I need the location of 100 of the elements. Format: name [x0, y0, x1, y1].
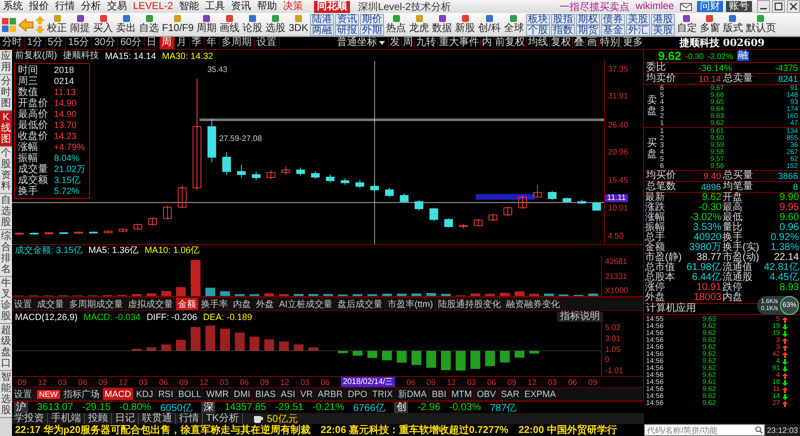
menu-item[interactable]: 报价	[26, 0, 52, 13]
menu-item[interactable]: 分析	[78, 0, 104, 13]
chart-tool-button[interactable]: 叠	[572, 37, 585, 49]
news-headline[interactable]: 22:06 嘉元科技：重车软增收超过0.7277%	[320, 424, 508, 436]
period-tab[interactable]: 设置	[254, 37, 280, 49]
toolbar-button[interactable]: 债券	[600, 14, 625, 24]
period-tab[interactable]: 5分	[46, 37, 66, 49]
period-tab[interactable]: 周	[160, 37, 174, 49]
indicator-tab[interactable]: 新DMA	[396, 388, 430, 400]
mail-icon[interactable]	[680, 2, 692, 10]
period-tab[interactable]: 年	[204, 37, 220, 49]
toolbar-button[interactable]: 卖出	[115, 15, 137, 34]
chart-tool-button[interactable]: 九转	[414, 37, 437, 49]
indicator-tab[interactable]: MACD	[102, 388, 134, 400]
chart-tool-button[interactable]: 前复权	[493, 37, 526, 49]
menu-item[interactable]: 资讯	[228, 0, 254, 13]
volume-tab[interactable]: 盘后成交量	[336, 298, 386, 310]
toolbar-button[interactable]: 港股	[650, 14, 675, 24]
toolbar-button[interactable]: 热点	[385, 15, 408, 34]
toolbar-button[interactable]: 论股	[242, 15, 264, 34]
side-tab[interactable]: 应用	[0, 50, 12, 75]
toolbar-button[interactable]: 美股	[650, 24, 675, 36]
period-tab[interactable]: 15分	[66, 37, 92, 49]
toolbar-button[interactable]: 股指	[550, 14, 575, 24]
toolbar-button[interactable]: 全球	[502, 15, 525, 34]
volume-tab[interactable]: 换手率	[199, 298, 231, 310]
period-tab[interactable]: 60分	[118, 37, 144, 49]
menu-item[interactable]: 交易	[104, 0, 130, 13]
toolbar-button[interactable]: 默认页	[744, 15, 777, 34]
indicator-tab[interactable]: MTM	[449, 388, 475, 400]
toolbar-button[interactable]: 基金	[600, 24, 625, 36]
volume-tab[interactable]: 虚拟成交量	[126, 298, 176, 310]
period-tab[interactable]: 30分	[92, 37, 118, 49]
toolbar-button[interactable]: 买入	[92, 15, 114, 34]
arrow-left-icon[interactable]	[18, 16, 34, 32]
toolbar-button[interactable]: 板块	[526, 14, 550, 24]
menu-item[interactable]: 系统	[0, 0, 26, 13]
toolbar-button[interactable]: 龙虎	[408, 15, 430, 34]
grid-icon[interactable]	[1, 16, 17, 32]
toolbar-button[interactable]: 两融	[310, 24, 334, 36]
indicator-tab[interactable]: BBI	[430, 388, 450, 400]
indicator-tab[interactable]: SAR	[498, 388, 522, 400]
header-button[interactable]: 问财	[697, 1, 723, 12]
menu-item[interactable]: 决策	[280, 0, 306, 13]
chart-tool-button[interactable]: 画	[585, 37, 598, 49]
menu-item[interactable]: 帮助	[254, 0, 280, 13]
toolbar-button[interactable]: 期价	[360, 14, 384, 24]
chart-tool-button[interactable]: 均线	[526, 37, 549, 49]
toolbar-button[interactable]: 选股	[264, 15, 287, 34]
toolbar-button[interactable]: 资讯	[335, 14, 360, 24]
volume-tab[interactable]: 设置	[12, 298, 35, 310]
toolbar-button[interactable]: 3DK	[288, 15, 310, 34]
indicator-tab[interactable]: DMI	[232, 388, 254, 400]
indicator-tab[interactable]: 指标广场	[62, 388, 103, 400]
search-field[interactable]: 代码/名称/简拼/功能	[644, 424, 765, 436]
maximize-icon[interactable]	[772, 0, 785, 13]
indicator-tab[interactable]: RSI	[156, 388, 176, 400]
volume-tab[interactable]: 融资融券变化	[504, 298, 564, 310]
volume-tab[interactable]: 市盈率(ttm)	[386, 298, 436, 310]
chart-tool-button[interactable]: 周	[401, 37, 414, 49]
period-tab[interactable]: 分时	[0, 37, 25, 49]
volume-tab[interactable]: 内盘	[231, 298, 254, 310]
side-tab[interactable]: 自选股	[0, 194, 12, 230]
chart-tool-button[interactable]: 特别	[598, 37, 621, 49]
chart-tool-button[interactable]: 更多	[621, 37, 644, 49]
volume-tab[interactable]: 陆股通持股变化	[436, 298, 504, 310]
toolbar-button[interactable]: 个股	[526, 24, 550, 36]
toolbar-button[interactable]: 闹提	[69, 15, 91, 34]
chart-tool-button[interactable]: 内	[480, 37, 493, 49]
indicator-tab[interactable]: VR	[298, 388, 316, 400]
toolbar-button[interactable]: 画线	[218, 15, 241, 34]
indicator-help-button[interactable]: 指标说明	[557, 312, 603, 322]
indicator-tab[interactable]: TRIX	[370, 388, 396, 400]
search-icon[interactable]	[754, 426, 763, 434]
indicator-tab[interactable]: ASI	[278, 388, 298, 400]
coordinate-dropdown[interactable]: 普通坐标	[334, 37, 388, 49]
toolbar-button[interactable]: 陆港	[310, 14, 334, 24]
toolbar-button[interactable]: 外汇	[626, 24, 650, 36]
toolbar-button[interactable]: F10/F9	[161, 15, 195, 34]
toolbar-button[interactable]: 自定	[676, 15, 698, 34]
toolbar-button[interactable]: 创/科	[477, 15, 502, 34]
chart-tool-button[interactable]: 重大事件	[437, 37, 480, 49]
side-tab[interactable]: 超级盘口	[0, 324, 12, 371]
toolbar-button[interactable]: 指数	[550, 24, 575, 36]
indicator-tab[interactable]: KDJ	[134, 388, 156, 400]
menu-item[interactable]: 行情	[52, 0, 78, 13]
toolbar-button[interactable]: 版式	[722, 15, 744, 34]
toolbar-button[interactable]: 期货	[576, 24, 600, 36]
chart-tool-button[interactable]: 复权	[549, 37, 572, 49]
toolbar-button[interactable]: 新股	[454, 15, 476, 34]
indicator-tab[interactable]: WMR	[204, 388, 232, 400]
period-tab[interactable]: 月	[174, 37, 190, 49]
indicator-tab[interactable]: BIAS	[253, 388, 279, 400]
indicator-tab[interactable]: 设置	[12, 388, 35, 400]
news-headline[interactable]: 22:17 华为p20服务器可配合包出售，徐直军称走与其在逆周有制裁	[15, 424, 311, 436]
side-tab[interactable]: K线图	[0, 111, 12, 147]
toolbar-button[interactable]: 外期	[360, 24, 384, 36]
toolbar-button[interactable]: 数据	[431, 15, 454, 34]
toolbar-button[interactable]: 自选	[138, 15, 160, 34]
menu-item[interactable]: 工具	[202, 0, 228, 13]
